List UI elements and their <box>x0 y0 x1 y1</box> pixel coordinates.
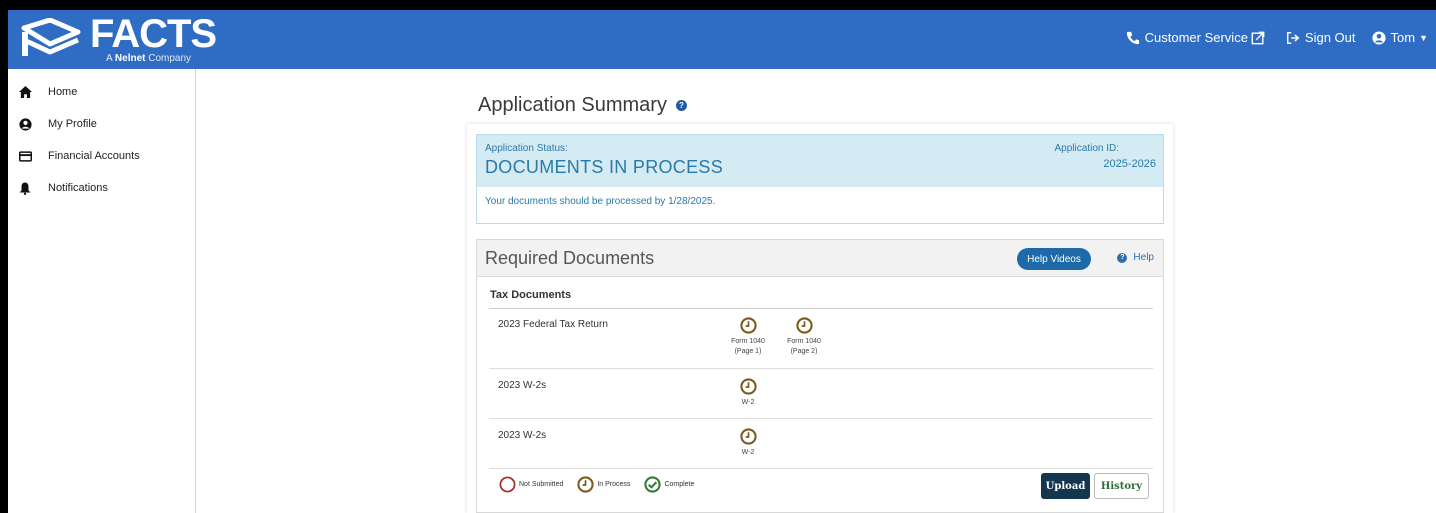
sidebar-item-notifications[interactable]: Notifications <box>8 172 195 204</box>
application-summary-card: Application Status: DOCUMENTS IN PROCESS… <box>467 124 1173 513</box>
status-value: DOCUMENTS IN PROCESS <box>485 157 724 177</box>
legend-complete: Complete <box>644 476 694 493</box>
clock-icon <box>739 428 757 445</box>
status-header: Application Status: DOCUMENTS IN PROCESS… <box>477 135 1163 187</box>
help-question-icon: ? <box>1117 252 1128 263</box>
sidebar-item-label: Financial Accounts <box>48 150 140 162</box>
help-link[interactable]: ? Help <box>1117 252 1154 263</box>
history-button[interactable]: History <box>1094 473 1149 499</box>
document-item-w2[interactable]: W-2 <box>723 378 773 408</box>
document-item-line2: (Page 1) <box>734 348 762 355</box>
facts-chevron-icon <box>21 18 81 56</box>
credit-card-icon <box>18 149 32 163</box>
user-menu[interactable]: Tom ▼ <box>1371 30 1428 45</box>
required-documents-panel: Required Documents Help Videos ? Help Ta… <box>476 239 1164 513</box>
clock-icon <box>577 476 594 493</box>
section-title: Tax Documents <box>490 289 572 301</box>
table-row: 2023 W-2s W-2 <box>489 370 1153 419</box>
application-status-panel: Application Status: DOCUMENTS IN PROCESS… <box>476 134 1164 224</box>
legend-label: Not Submitted <box>519 481 564 488</box>
user-name: Tom <box>1390 30 1416 45</box>
document-name: 2023 Federal Tax Return <box>498 319 608 330</box>
top-header: FACTS A Nelnet Company Customer Service … <box>8 10 1436 69</box>
legend-label: In Process <box>597 481 631 488</box>
document-item-line1: Form 1040 <box>787 338 821 345</box>
phone-icon <box>1126 31 1139 44</box>
clock-icon <box>795 317 813 334</box>
document-item-line1: Form 1040 <box>731 338 765 345</box>
customer-service-link[interactable]: Customer Service <box>1126 30 1270 45</box>
status-legend: Not Submitted In Process Complete <box>499 476 708 493</box>
upload-button[interactable]: Upload <box>1041 473 1090 499</box>
brand-subtitle: A Nelnet Company <box>106 53 191 64</box>
caret-down-icon: ▼ <box>1419 32 1428 43</box>
empty-circle-icon <box>499 476 516 493</box>
page-title-wrap: Application Summary ? <box>478 94 687 117</box>
external-link-icon <box>1251 31 1265 44</box>
table-row: 2023 W-2s W-2 <box>489 420 1153 469</box>
help-label: Help <box>1133 252 1154 263</box>
brand-name: FACTS <box>90 12 217 56</box>
status-label: Application Status: <box>485 143 568 154</box>
check-circle-icon <box>644 476 662 493</box>
sign-out-label: Sign Out <box>1304 30 1356 45</box>
sidebar-item-label: Notifications <box>48 182 108 194</box>
document-item-label: Form 1040 (Page 1) <box>731 337 765 357</box>
sidebar-item-home[interactable]: Home <box>8 76 195 108</box>
required-documents-header: Required Documents Help Videos ? Help <box>477 240 1163 277</box>
document-item-form-1040-page-2[interactable]: Form 1040 (Page 2) <box>779 317 829 357</box>
document-name: 2023 W-2s <box>498 430 547 441</box>
document-item-form-1040-page-1[interactable]: Form 1040 (Page 1) <box>723 317 773 357</box>
customer-service-label: Customer Service <box>1144 30 1248 45</box>
sidebar-item-label: Home <box>48 86 78 98</box>
legend-not-submitted: Not Submitted <box>499 476 563 493</box>
document-item-label: W-2 <box>741 449 755 456</box>
sidebar-item-label: My Profile <box>48 118 97 130</box>
legend-label: Complete <box>664 481 695 488</box>
sidebar: Home My Profile Financial Accounts Notif… <box>8 69 196 513</box>
application-id-label: Application ID: <box>1054 143 1119 154</box>
document-item-label: Form 1040 (Page 2) <box>787 337 821 357</box>
sidebar-item-my-profile[interactable]: My Profile <box>8 108 195 140</box>
help-question-icon[interactable]: ? <box>675 100 687 111</box>
document-name: 2023 W-2s <box>498 380 547 391</box>
document-item-line2: (Page 2) <box>790 348 818 355</box>
legend-in-process: In Process <box>577 476 630 493</box>
brand-sub-name: Nelnet <box>114 53 146 64</box>
brand-sub-suffix: Company <box>148 53 192 64</box>
facts-logo[interactable]: FACTS A Nelnet Company <box>20 12 217 64</box>
help-videos-button[interactable]: Help Videos <box>1017 248 1091 270</box>
app-frame: FACTS A Nelnet Company Customer Service … <box>8 10 1436 513</box>
bell-icon <box>18 181 32 195</box>
page-title: Application Summary <box>478 94 667 116</box>
table-row: 2023 Federal Tax Return Form 1040 (Page 1… <box>489 309 1153 369</box>
document-item-w2[interactable]: W-2 <box>723 428 773 458</box>
top-nav: Customer Service Sign Out Tom ▼ <box>1110 30 1428 45</box>
user-circle-icon <box>18 117 32 131</box>
application-id-value: 2025-2026 <box>1103 158 1156 170</box>
status-message: Your documents should be processed by 1/… <box>485 196 716 207</box>
clock-icon <box>739 317 757 334</box>
user-circle-icon <box>1371 30 1386 45</box>
sidebar-item-financial-accounts[interactable]: Financial Accounts <box>8 140 195 172</box>
brand-sub-prefix: A <box>106 53 113 64</box>
sign-out-icon <box>1286 31 1300 44</box>
clock-icon <box>739 378 757 395</box>
home-icon <box>18 85 32 99</box>
sign-out-link[interactable]: Sign Out <box>1286 30 1356 45</box>
document-item-label: W-2 <box>741 399 755 406</box>
required-documents-title: Required Documents <box>485 248 655 268</box>
